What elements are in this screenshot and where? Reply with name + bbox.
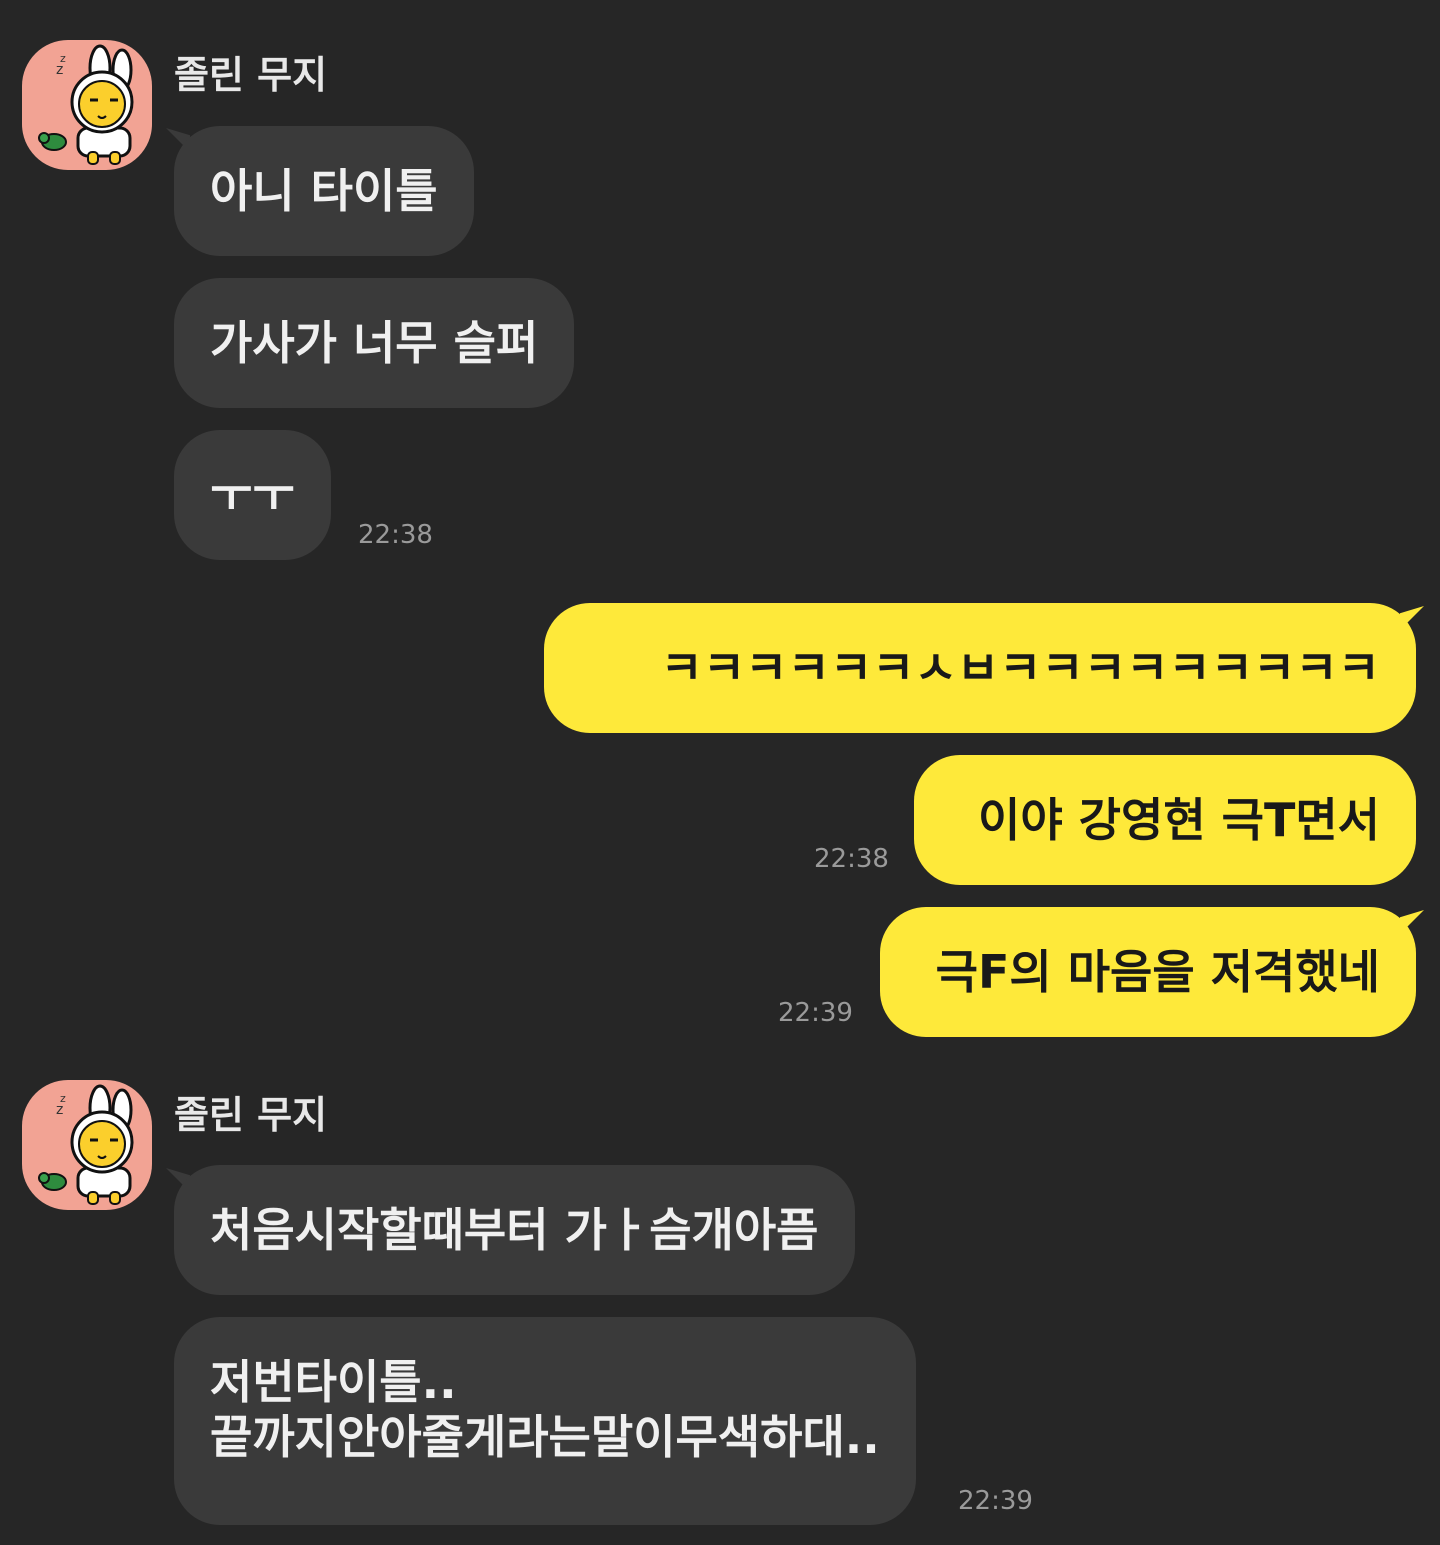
outgoing-message[interactable]: 이야 강영현 극T면서 [914,755,1416,885]
message-time: 22:38 [814,844,889,874]
incoming-message[interactable]: ㅜㅜ [174,430,331,560]
message-time: 22:39 [958,1486,1033,1516]
incoming-message[interactable]: 저번타이틀.. 끝까지안아줄게라는말이무색하대.. [174,1317,916,1525]
sender-avatar[interactable]: z z [22,40,152,170]
message-time: 22:38 [358,520,433,550]
svg-text:z: z [60,1092,66,1105]
incoming-message[interactable]: 처음시작할때부터 가ㅏ슴개아픔 [174,1165,855,1295]
incoming-message[interactable]: 아니 타이틀 [174,126,474,256]
sender-avatar[interactable]: z z [22,1080,152,1210]
svg-text:z: z [60,52,66,65]
sender-name: 졸린 무지 [174,53,328,97]
incoming-message[interactable]: 가사가 너무 슬퍼 [174,278,575,408]
chat-room: z z 졸린 무지 아니 타이틀 가사가 너무 슬퍼 ㅜㅜ 22:38 ㅋㅋㅋㅋ… [0,0,1440,1545]
message-time: 22:39 [778,998,853,1028]
outgoing-message[interactable]: ㅋㅋㅋㅋㅋㅋㅅㅂㅋㅋㅋㅋㅋㅋㅋㅋㅋ [544,603,1416,733]
outgoing-message[interactable]: 극F의 마음을 저격했네 [880,907,1416,1037]
sleepy-muzi-avatar-icon: z z [38,44,134,165]
sleepy-muzi-avatar-icon: z z [38,1084,134,1205]
sender-name: 졸린 무지 [174,1093,328,1137]
